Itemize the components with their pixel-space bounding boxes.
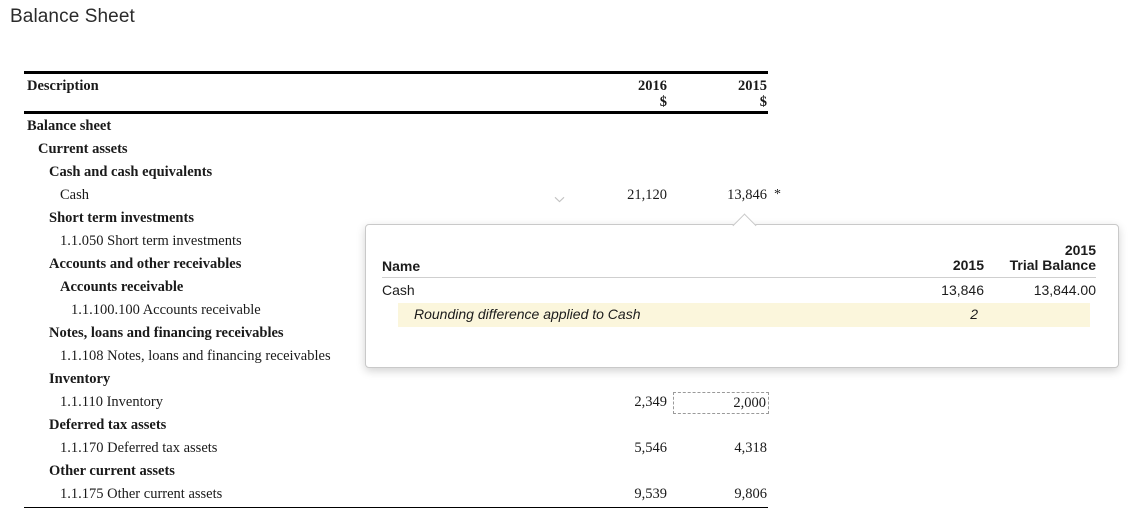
- column-header-2015-year: 2015: [738, 78, 767, 94]
- table-row[interactable]: Deferred tax assets: [24, 415, 768, 438]
- table-row-label: Deferred tax assets: [49, 417, 167, 433]
- table-row-label: 1.1.108 Notes, loans and financing recei…: [60, 348, 331, 364]
- popover-header-row: Name 2015 2015 Trial Balance: [382, 243, 1096, 278]
- table-row-label: Other current assets: [49, 463, 175, 479]
- popover-row[interactable]: Cash 13,846 13,844.00: [382, 278, 1096, 303]
- page-title: Balance Sheet: [10, 6, 135, 27]
- table-cell-2015[interactable]: 9,806: [677, 486, 767, 503]
- table-cell-2016[interactable]: 9,539: [577, 486, 667, 503]
- table-row[interactable]: Inventory: [24, 369, 768, 392]
- asterisk-icon[interactable]: *: [774, 187, 781, 203]
- table-row[interactable]: Balance sheet: [24, 116, 768, 139]
- table-row-label: Inventory: [49, 371, 111, 387]
- table-row-label: 1.1.170 Deferred tax assets: [60, 440, 218, 456]
- chevron-down-icon[interactable]: [554, 190, 565, 208]
- popover-body: Cash 13,846 13,844.00 Rounding difference a…: [382, 278, 1096, 327]
- table-cell-2015[interactable]: 2,000: [673, 392, 769, 414]
- column-header-2015: 2015 $: [677, 78, 767, 110]
- table-row-label: Accounts and other receivables: [49, 256, 242, 272]
- table-cell-2016[interactable]: 21,120: [577, 187, 667, 204]
- table-cell-2015[interactable]: 13,846: [677, 187, 767, 204]
- table-row[interactable]: Other current assets: [24, 461, 768, 484]
- table-row-label: Cash: [60, 187, 89, 203]
- table-row-label: Cash and cash equivalents: [49, 164, 213, 180]
- popover-column-header-trial-balance-label: Trial Balance: [1009, 257, 1096, 273]
- table-row-label: 1.1.100.100 Accounts receivable: [71, 302, 261, 318]
- column-header-2015-currency: $: [759, 94, 767, 110]
- table-row[interactable]: Cash and cash equivalents: [24, 162, 768, 185]
- popover-column-header-name: Name: [382, 258, 421, 274]
- table-row-label: Short term investments: [49, 210, 194, 226]
- table-cell-2016[interactable]: 2,349: [577, 394, 667, 411]
- popover-row[interactable]: Rounding difference applied to Cash 2: [398, 303, 1090, 327]
- table-row-label: 1.1.175 Other current assets: [60, 486, 223, 502]
- column-header-2016: 2016 $: [577, 78, 667, 110]
- table-row[interactable]: Cash 21,120 13,846 *: [24, 185, 781, 208]
- popover-cell-2015: 2: [970, 306, 978, 322]
- popover-column-header-trial-balance-year: 2015: [1064, 242, 1096, 258]
- popover-row-name: Cash: [382, 282, 415, 298]
- popover-cell-trial-balance: 13,844.00: [1033, 282, 1096, 298]
- table-row[interactable]: Current assets: [24, 139, 768, 162]
- table-row-label: 1.1.050 Short term investments: [60, 233, 242, 249]
- table-header-row: Description 2016 $ 2015 $: [24, 74, 768, 111]
- popover-content: Name 2015 2015 Trial Balance Cash 13,846 1…: [366, 225, 1118, 327]
- table-cell-2015[interactable]: 4,318: [677, 440, 767, 457]
- table-row-label: 1.1.110 Inventory: [60, 394, 163, 410]
- table-row[interactable]: 1.1.175 Other current assets 9,539 9,806: [24, 484, 768, 507]
- table-row[interactable]: 1.1.110 Inventory 2,349 2,000: [24, 392, 769, 415]
- popover-column-header-trial-balance: 2015 Trial Balance: [936, 243, 1096, 273]
- table-row-label: Accounts receivable: [60, 279, 184, 295]
- column-header-2016-year: 2016: [638, 78, 667, 94]
- column-header-2016-currency: $: [659, 94, 667, 110]
- popover-row-name: Rounding difference applied to Cash: [414, 306, 641, 322]
- table-row[interactable]: 1.1.170 Deferred tax assets 5,546 4,318: [24, 438, 768, 461]
- drilldown-popover[interactable]: Name 2015 2015 Trial Balance Cash 13,846 1…: [365, 213, 1119, 368]
- table-row-label: Current assets: [38, 141, 128, 157]
- column-header-description: Description: [27, 78, 99, 94]
- table-row-label: Notes, loans and financing receivables: [49, 325, 284, 341]
- table-cell-2016[interactable]: 5,546: [577, 440, 667, 457]
- table-row-label: Balance sheet: [27, 118, 112, 134]
